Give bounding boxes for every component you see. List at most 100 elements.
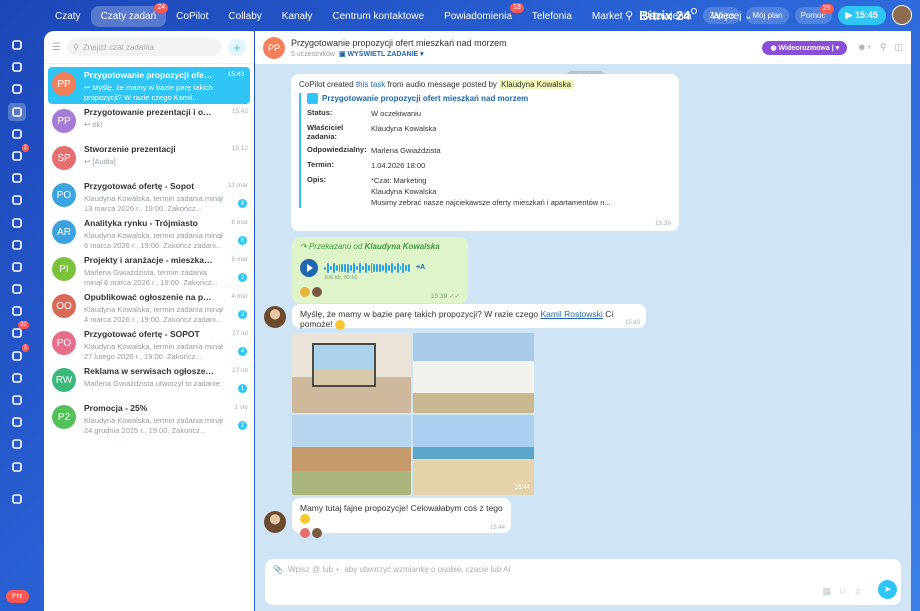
chat-item-time: 4 mar — [231, 293, 248, 300]
sender-avatar[interactable] — [264, 306, 286, 328]
waveform-bar — [405, 264, 408, 272]
documents-icon[interactable] — [8, 191, 26, 209]
chat-list-item[interactable]: PO Przygotować ofertę - SOPOT Klaudyna Kow… — [44, 326, 254, 363]
heart-reaction-icon[interactable] — [300, 527, 310, 538]
waveform-bar — [347, 263, 350, 273]
message-input[interactable]: 📎 Wpisz @ lub +, aby utworzyć wzmiankę o … — [265, 559, 901, 605]
help-button[interactable]: Pomoc 25 — [794, 3, 834, 24]
microphone-icon[interactable]: ♫ — [854, 586, 861, 597]
show-task-link[interactable]: ▣ WYŚWIETL ZADANIE ▾ — [339, 51, 424, 58]
chat-header: PP Przygotowanie propozycji ofert mieszk… — [255, 31, 911, 64]
projects-icon[interactable] — [8, 214, 26, 232]
task-title-link[interactable]: Przygotowanie propozycji ofert mieszkań … — [307, 93, 671, 104]
chat-list-item[interactable]: AR Analityka rynku - Trójmiasto Klaudyna K… — [44, 215, 254, 252]
help-badge: 25 — [819, 3, 834, 14]
reactions[interactable] — [300, 527, 503, 538]
photo-house[interactable] — [292, 415, 411, 495]
brand-logo[interactable]: Bitrix 24 — [639, 7, 698, 23]
groups-icon[interactable] — [8, 280, 26, 298]
chat-icon[interactable] — [8, 58, 26, 76]
tab-1[interactable]: Czaty zadań 24 — [90, 2, 169, 27]
playback-speed-button[interactable]: +A — [416, 264, 425, 271]
sites-icon[interactable]: 1 — [8, 343, 29, 365]
chat-tasks-icon[interactable] — [8, 102, 26, 121]
message-time: 15:43 — [624, 320, 640, 326]
play-button[interactable] — [300, 259, 318, 277]
invite-button[interactable]: Zapros — [703, 6, 741, 24]
input-placeholder: 📎 Wpisz @ lub +, aby utworzyć wzmiankę o … — [273, 565, 511, 574]
emoji-icon[interactable]: ☺ — [838, 586, 847, 597]
reactions[interactable] — [300, 287, 322, 297]
chat-item-time: 15:43 — [227, 71, 244, 78]
task-field-key: Właściciel zadania: — [307, 123, 344, 141]
calendar-icon[interactable] — [8, 169, 26, 187]
company-icon[interactable] — [8, 435, 26, 453]
waveform-bar — [355, 265, 358, 271]
search-icon[interactable]: ⚲ — [880, 42, 887, 53]
analytics-icon[interactable] — [8, 391, 26, 409]
reaction-emoji[interactable] — [300, 287, 310, 297]
chat-list-item[interactable]: P2 Promocja - 25% Klaudyna Kowalska, termi… — [44, 400, 254, 437]
chat-item-body: Przygotowanie propozycji ofert mie... ↩ M… — [84, 70, 244, 102]
add-user-icon[interactable]: ☻+ — [857, 42, 872, 53]
copilot-icon[interactable] — [8, 80, 26, 98]
feed-icon[interactable] — [8, 125, 26, 143]
photo-beach-couple[interactable] — [413, 415, 534, 495]
waveform-bar — [332, 263, 335, 273]
search-icon[interactable]: ⚲ — [625, 9, 633, 22]
waveform-bar — [329, 265, 332, 271]
author-mention[interactable]: Klaudyna Kowalska — [499, 80, 573, 89]
photo-apartment-building[interactable] — [413, 333, 534, 413]
photo-interior[interactable] — [292, 333, 411, 413]
tasks-icon[interactable]: 2 — [8, 143, 29, 165]
home-icon[interactable] — [8, 36, 26, 54]
marketplace-icon[interactable] — [8, 458, 26, 476]
search-input[interactable]: ⚲ Znajdź czat zadania — [66, 38, 222, 56]
audio-meta: 100 kb, 00:16 — [324, 275, 358, 281]
forwarded-author[interactable]: Klaudyna Kowalska — [365, 242, 440, 251]
tab-5[interactable]: Centrum kontaktowe — [322, 6, 434, 27]
chat-list-item[interactable]: PO Przygotować ofertę - Sopot Klaudyna Kow… — [44, 178, 254, 215]
contact-center-icon[interactable] — [8, 413, 26, 431]
send-button[interactable]: ➤ — [878, 580, 897, 599]
this-task-link[interactable]: this task — [356, 80, 385, 89]
workday-button[interactable]: ▶ 15:45 — [837, 5, 886, 25]
grid-icon[interactable]: ▦ — [823, 586, 832, 597]
mail-icon[interactable] — [8, 258, 26, 276]
todo-icon[interactable] — [8, 302, 26, 320]
waveform-bar — [326, 263, 329, 273]
message-text: Myślę, że mamy w bazie parę takich propo… — [300, 309, 539, 319]
chat-item-time: 27 lut — [232, 367, 248, 374]
filter-icon[interactable]: ☰ — [52, 42, 61, 53]
tab-7[interactable]: Telefonia — [522, 6, 582, 27]
tab-2[interactable]: CoPilot — [166, 6, 218, 27]
task-title: Przygotowanie propozycji ofert mieszkań … — [322, 94, 529, 103]
plan-button[interactable]: Mój plan — [746, 6, 789, 24]
chat-list-item[interactable]: SP Stworzenie prezentacji ↩ [Audio] 15:12 — [44, 141, 254, 178]
video-call-button[interactable]: ◉ Wideorozmowa | ▾ — [762, 40, 848, 55]
tab-3[interactable]: Collaby — [218, 6, 271, 27]
participants-count[interactable]: 5 uczestników — [291, 51, 335, 58]
task-field-value: 1.04.2026 18:00 — [371, 161, 426, 170]
automation-icon[interactable]: 31 — [8, 321, 29, 342]
crm-icon[interactable] — [8, 236, 26, 254]
chat-list-item[interactable]: RW Reklama w serwisach ogłoszeniowy... Mar… — [44, 363, 254, 400]
tab-4[interactable]: Kanały — [272, 6, 323, 27]
user-avatar[interactable] — [892, 5, 912, 25]
paperclip-icon[interactable]: 📎 — [273, 565, 283, 574]
chat-title[interactable]: Przygotowanie propozycji ofert mieszkań … — [291, 38, 507, 48]
chat-list-item[interactable]: PP Przygotowanie propozycji ofert mie... ↩… — [48, 67, 250, 104]
sender-avatar[interactable] — [264, 511, 286, 533]
tab-0[interactable]: Czaty — [45, 6, 91, 27]
audio-waveform[interactable] — [324, 263, 411, 273]
chat-list-item[interactable]: OO Opublikować ogłoszenie na portalach Kla… — [44, 289, 254, 326]
new-chat-button[interactable]: + — [228, 38, 246, 56]
sidebar-toggle-icon[interactable]: ◫ — [894, 42, 903, 53]
tab-6[interactable]: Powiadomienia 18 — [434, 2, 524, 27]
chat-list-item[interactable]: PP Przygotowanie prezentacji i ofert ... ↩… — [44, 104, 254, 141]
user-mention[interactable]: Kamil Rostowski — [540, 309, 602, 319]
chat-list-item[interactable]: PI Projekty i aranżacje - mieszkanie ul..… — [44, 252, 254, 289]
store-icon[interactable] — [8, 369, 26, 387]
settings-icon[interactable] — [8, 490, 26, 508]
bottom-button[interactable]: Prz — [6, 590, 29, 603]
